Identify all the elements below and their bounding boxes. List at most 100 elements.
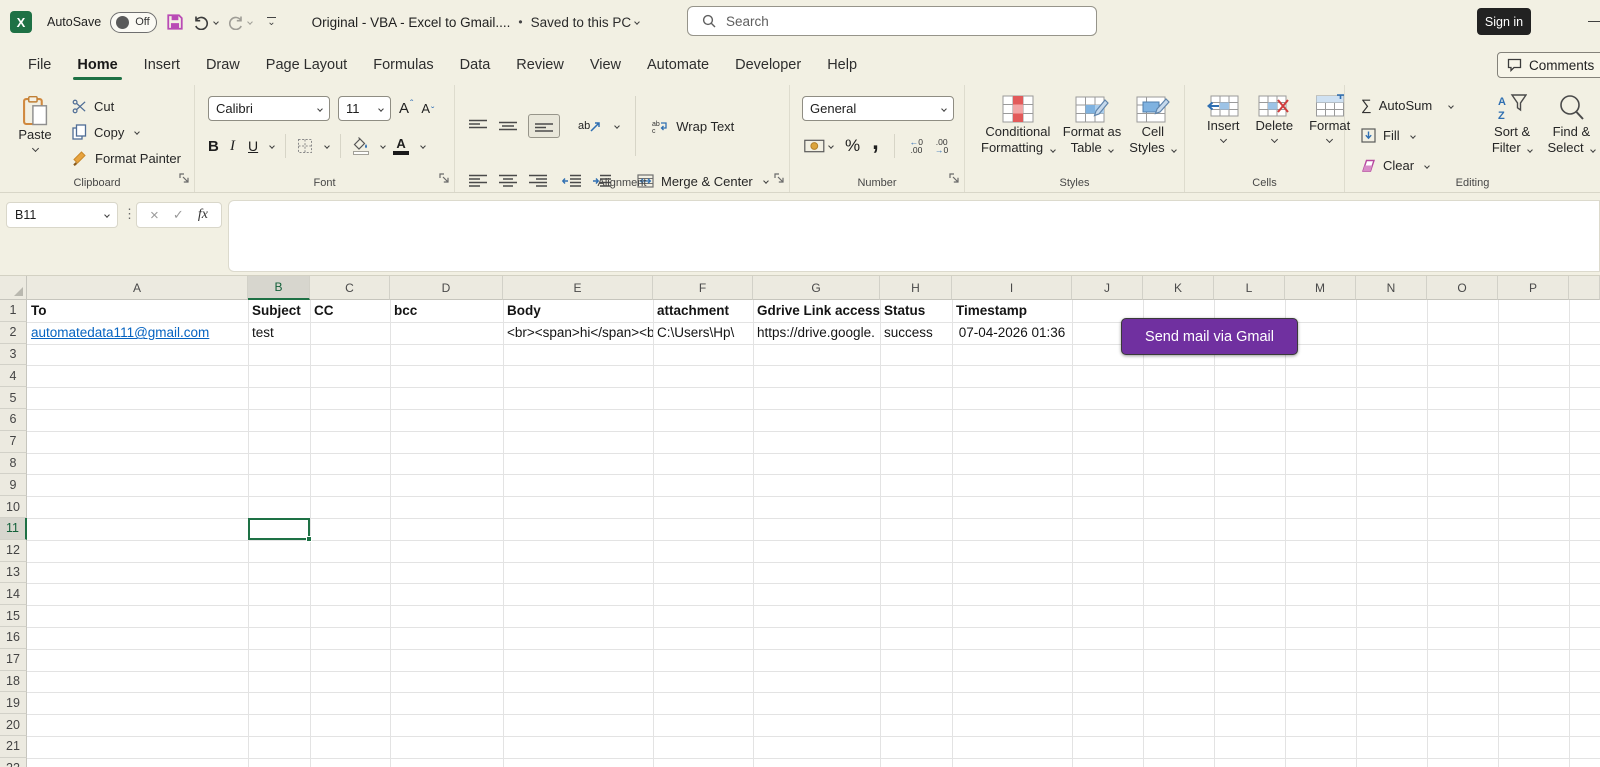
row-header-3[interactable]: 3 [0, 344, 27, 366]
sign-in-button[interactable]: Sign in [1477, 8, 1531, 35]
wrap-text-button[interactable]: abc Wrap Text [652, 113, 734, 139]
customize-qat-icon[interactable]: ⌄ [267, 17, 275, 27]
row-header-6[interactable]: 6 [0, 409, 27, 431]
minimize-icon[interactable]: — [1588, 12, 1600, 28]
orientation-button[interactable]: ab [578, 120, 601, 132]
row-header-8[interactable]: 8 [0, 453, 27, 475]
column-header-A[interactable]: A [27, 276, 248, 300]
column-header-F[interactable]: F [653, 276, 753, 300]
tab-data[interactable]: Data [447, 44, 504, 85]
row-header-5[interactable]: 5 [0, 387, 27, 409]
font-name-select[interactable]: Calibri [208, 96, 330, 121]
top-align-button[interactable] [468, 119, 488, 133]
autosave-toggle[interactable]: Off [110, 12, 157, 33]
underline-button[interactable]: U [248, 138, 258, 154]
orientation-dropdown-icon[interactable] [614, 123, 620, 129]
column-header-I[interactable]: I [952, 276, 1072, 300]
conditional-formatting-button[interactable]: Conditional Formatting [981, 94, 1055, 156]
column-header-partial[interactable] [1569, 276, 1600, 300]
cell-C1[interactable]: CC [310, 300, 390, 322]
clipboard-dialog-launcher[interactable] [179, 170, 189, 188]
row-header-14[interactable]: 14 [0, 583, 27, 605]
tab-view[interactable]: View [577, 44, 634, 85]
tab-file[interactable]: File [15, 44, 64, 85]
underline-dropdown-icon[interactable] [269, 143, 275, 149]
column-header-G[interactable]: G [753, 276, 880, 300]
undo-button[interactable] [193, 15, 218, 30]
alignment-dialog-launcher[interactable] [774, 170, 784, 188]
column-header-B[interactable]: B [248, 276, 310, 300]
tab-page-layout[interactable]: Page Layout [253, 44, 360, 85]
cell-A2[interactable]: automatedata111@gmail.com [27, 322, 248, 344]
row-header-15[interactable]: 15 [0, 605, 27, 627]
search-input[interactable] [724, 13, 1054, 30]
cell-F1[interactable]: attachment [653, 300, 753, 322]
column-header-P[interactable]: P [1498, 276, 1569, 300]
cell-H1[interactable]: Status [880, 300, 952, 322]
paste-dropdown-icon[interactable] [31, 145, 38, 152]
row-header-20[interactable]: 20 [0, 714, 27, 736]
bottom-align-button[interactable] [528, 114, 560, 138]
column-header-N[interactable]: N [1356, 276, 1427, 300]
row-header-2[interactable]: 2 [0, 322, 27, 344]
undo-dropdown-icon[interactable] [213, 19, 219, 25]
tab-insert[interactable]: Insert [131, 44, 193, 85]
cell-E1[interactable]: Body [503, 300, 653, 322]
font-size-select[interactable]: 11 [338, 96, 391, 121]
middle-align-button[interactable] [498, 119, 518, 133]
cell-I2[interactable]: 07-04-2026 01:36 [952, 322, 1072, 344]
sort-filter-button[interactable]: A Z Sort & Filter [1481, 92, 1542, 179]
font-dialog-launcher[interactable] [439, 170, 449, 188]
column-header-D[interactable]: D [390, 276, 503, 300]
cell-H2[interactable]: success [880, 322, 952, 344]
italic-button[interactable]: I [230, 138, 240, 155]
cell-F2[interactable]: C:\Users\Hp\ [653, 322, 753, 344]
borders-dropdown-icon[interactable] [324, 143, 330, 149]
send-mail-via-gmail-button[interactable]: Send mail via Gmail [1121, 318, 1298, 355]
cell-A1[interactable]: To [27, 300, 248, 322]
decrease-decimal-button[interactable]: .00→0 [935, 138, 948, 154]
cell-styles-button[interactable]: Cell Styles [1129, 94, 1176, 156]
column-header-C[interactable]: C [310, 276, 390, 300]
saved-status[interactable]: Saved to this PC [531, 15, 640, 30]
row-header-7[interactable]: 7 [0, 431, 27, 453]
fill-dropdown-icon[interactable] [1410, 133, 1416, 139]
decrease-font-size-button[interactable]: Aˇ [421, 100, 434, 117]
fill-color-button[interactable] [352, 137, 369, 155]
column-header-H[interactable]: H [880, 276, 952, 300]
confirm-entry-icon[interactable]: ✓ [173, 207, 184, 223]
row-header-21[interactable]: 21 [0, 736, 27, 758]
increase-decimal-button[interactable]: ←0.00 [910, 138, 923, 154]
number-dialog-launcher[interactable] [949, 170, 959, 188]
cell-E2[interactable]: <br><span>hi</span><b [503, 322, 653, 344]
row-header-10[interactable]: 10 [0, 496, 27, 518]
row-header-19[interactable]: 19 [0, 692, 27, 714]
column-header-M[interactable]: M [1285, 276, 1356, 300]
row-header-22[interactable]: 22 [0, 758, 27, 767]
tab-review[interactable]: Review [503, 44, 577, 85]
redo-button[interactable] [227, 15, 252, 30]
column-header-K[interactable]: K [1143, 276, 1214, 300]
comma-style-button[interactable]: , [872, 137, 879, 147]
formula-bar-input[interactable] [228, 200, 1600, 272]
autosum-button[interactable]: ∑ AutoSum [1361, 92, 1481, 119]
fill-handle[interactable] [306, 536, 312, 542]
cell-B2[interactable]: test [248, 322, 310, 344]
insert-cells-button[interactable]: Insert [1207, 94, 1240, 142]
column-header-E[interactable]: E [503, 276, 653, 300]
font-color-button[interactable]: A [393, 138, 409, 155]
comments-button[interactable]: Comments [1497, 52, 1600, 78]
clear-button[interactable]: Clear [1361, 152, 1481, 179]
tab-formulas[interactable]: Formulas [360, 44, 446, 85]
cell-D1[interactable]: bcc [390, 300, 503, 322]
paste-button[interactable]: Paste [12, 93, 58, 171]
bold-button[interactable]: B [208, 138, 222, 155]
fill-color-dropdown-icon[interactable] [380, 143, 386, 149]
cell-I1[interactable]: Timestamp [952, 300, 1072, 322]
row-header-9[interactable]: 9 [0, 474, 27, 496]
row-header-4[interactable]: 4 [0, 365, 27, 387]
select-all-corner[interactable] [0, 276, 27, 300]
tab-draw[interactable]: Draw [193, 44, 253, 85]
number-format-select[interactable]: General [802, 96, 954, 121]
copy-dropdown-icon[interactable] [135, 129, 141, 135]
